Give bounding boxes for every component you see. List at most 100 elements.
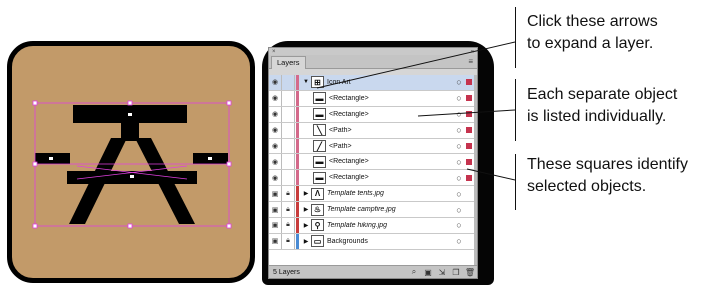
selection-square[interactable] xyxy=(466,79,472,86)
layer-thumbnail: ▭ xyxy=(311,235,324,248)
layer-name[interactable]: <Rectangle> xyxy=(329,174,452,181)
eye-icon[interactable]: ▣ xyxy=(269,233,282,249)
selection-square[interactable] xyxy=(466,127,472,134)
selection-square[interactable] xyxy=(466,111,472,118)
eye-icon[interactable]: ◉ xyxy=(269,122,282,138)
selection-square[interactable] xyxy=(466,207,472,213)
make-clipping-mask-icon[interactable]: ▣ xyxy=(421,268,435,277)
eye-icon[interactable]: ◉ xyxy=(269,154,282,170)
target-icon[interactable]: ○ xyxy=(452,189,466,199)
expand-arrow-icon[interactable]: ▶ xyxy=(301,190,311,197)
panel-menu-icon[interactable]: ≡ xyxy=(468,57,473,66)
collapse-icon[interactable]: « xyxy=(471,49,474,55)
layer-row[interactable]: ▣ 🔒︎ ▶ ♨ Template campfire.jpg ○ xyxy=(269,202,477,219)
layer-name[interactable]: <Rectangle> xyxy=(329,111,452,118)
layer-row[interactable]: ◉ ▬ <Rectangle> ○ xyxy=(269,106,477,123)
expand-arrow-icon[interactable]: ▶ xyxy=(301,206,311,213)
layer-color-bar xyxy=(296,138,299,154)
callout-listed-line-2: is listed individually. xyxy=(527,107,667,125)
target-icon[interactable]: ○ xyxy=(452,157,466,167)
delete-icon[interactable]: 🗑 xyxy=(463,268,477,277)
new-layer-icon[interactable]: ❐ xyxy=(449,268,463,277)
eye-icon[interactable]: ▣ xyxy=(269,186,282,202)
layer-color-bar xyxy=(296,106,299,122)
layer-thumbnail: ▬ xyxy=(313,155,326,168)
layer-name[interactable]: <Rectangle> xyxy=(329,158,452,165)
target-icon[interactable]: ○ xyxy=(452,93,466,103)
lock-icon[interactable] xyxy=(282,122,295,138)
layer-row[interactable]: ▣ 🔒︎ ▶ ⚲ Template hiking.jpg ○ xyxy=(269,218,477,234)
lock-icon[interactable] xyxy=(282,75,295,90)
eye-icon[interactable]: ◉ xyxy=(269,90,282,106)
panel-tab-bar: Layers ≡ xyxy=(269,55,477,69)
tab-layers[interactable]: Layers xyxy=(271,56,306,69)
callout-line-selected xyxy=(515,154,516,210)
lock-icon[interactable]: 🔒︎ xyxy=(282,218,295,233)
close-icon[interactable]: × xyxy=(272,49,276,55)
scrollbar[interactable] xyxy=(474,75,477,266)
selection-square[interactable] xyxy=(466,143,472,149)
layer-name[interactable]: Template tents.jpg xyxy=(327,190,452,197)
eye-icon[interactable]: ◉ xyxy=(269,75,282,90)
layers-panel[interactable]: × « Layers ≡ ◉ ▼ ⊞ Icon Art ○ ◉ ▬ <Rectangle> ○ ◉… xyxy=(268,47,478,279)
panel-footer: 5 Layers ⌕ ▣ ⇲ ❐ 🗑 xyxy=(269,265,477,278)
callout-selected-line-1: These squares identify xyxy=(527,156,688,173)
target-icon[interactable]: ○ xyxy=(452,141,466,151)
layer-name[interactable]: <Rectangle> xyxy=(329,95,452,102)
layer-row[interactable]: ◉ ▬ <Rectangle> ○ xyxy=(269,90,477,107)
lock-icon[interactable]: 🔒︎ xyxy=(282,186,295,202)
new-sublayer-icon[interactable]: ⇲ xyxy=(435,268,449,277)
expand-arrow-icon[interactable]: ▼ xyxy=(301,79,311,85)
target-icon[interactable]: ○ xyxy=(452,125,466,135)
layer-name[interactable]: Template hiking.jpg xyxy=(327,222,452,229)
layer-color-bar xyxy=(296,186,299,202)
target-icon[interactable]: ○ xyxy=(452,236,466,246)
picnic-table-artwork[interactable] xyxy=(7,41,255,283)
lock-icon[interactable] xyxy=(282,90,295,106)
lock-icon[interactable] xyxy=(282,106,295,122)
callout-expand-line-2: to expand a layer. xyxy=(527,34,654,52)
expand-arrow-icon[interactable]: ▶ xyxy=(301,238,311,245)
eye-icon[interactable]: ◉ xyxy=(269,170,282,186)
layer-row[interactable]: ▣ 🔒︎ ▶ ▭ Backgrounds ○ xyxy=(269,233,477,250)
layer-row[interactable]: ◉ ▼ ⊞ Icon Art ○ xyxy=(269,75,477,91)
layer-thumbnail: ╲ xyxy=(313,124,326,137)
layer-name[interactable]: Icon Art xyxy=(327,79,452,86)
layer-row[interactable]: ◉ ▬ <Rectangle> ○ xyxy=(269,154,477,171)
eye-icon[interactable]: ◉ xyxy=(269,138,282,154)
selection-square[interactable] xyxy=(466,222,472,228)
layer-name[interactable]: <Path> xyxy=(329,127,452,134)
eye-icon[interactable]: ◉ xyxy=(269,106,282,122)
target-icon[interactable]: ○ xyxy=(452,77,466,87)
layer-thumbnail: ▬ xyxy=(313,171,326,184)
target-icon[interactable]: ○ xyxy=(452,220,466,230)
search-icon[interactable]: ⌕ xyxy=(407,267,421,277)
layer-row[interactable]: ◉ ╱ <Path> ○ xyxy=(269,138,477,155)
lock-icon[interactable]: 🔒︎ xyxy=(282,233,295,249)
layer-row[interactable]: ◉ ╲ <Path> ○ xyxy=(269,122,477,139)
target-icon[interactable]: ○ xyxy=(452,173,466,183)
selection-square[interactable] xyxy=(466,191,472,197)
layer-thumbnail: ♨ xyxy=(311,203,324,216)
selection-square[interactable] xyxy=(466,238,472,244)
layer-name[interactable]: <Path> xyxy=(329,143,452,150)
layer-thumbnail: ⊞ xyxy=(311,76,324,89)
target-icon[interactable]: ○ xyxy=(452,205,466,215)
lock-icon[interactable] xyxy=(282,138,295,154)
lock-icon[interactable]: 🔒︎ xyxy=(282,202,295,218)
lock-icon[interactable] xyxy=(282,170,295,186)
target-icon[interactable]: ○ xyxy=(452,109,466,119)
callout-listed-line-1: Each separate object xyxy=(527,86,678,103)
eye-icon[interactable]: ▣ xyxy=(269,202,282,218)
layer-name[interactable]: Backgrounds xyxy=(327,238,452,245)
callout-line-listed xyxy=(515,79,516,141)
eye-icon[interactable]: ▣ xyxy=(269,218,282,233)
selection-square[interactable] xyxy=(466,95,472,102)
expand-arrow-icon[interactable]: ▶ xyxy=(301,222,311,229)
selection-square[interactable] xyxy=(466,174,472,181)
layer-row[interactable]: ▣ 🔒︎ ▶ Λ Template tents.jpg ○ xyxy=(269,186,477,203)
layer-row[interactable]: ◉ ▬ <Rectangle> ○ xyxy=(269,170,477,187)
selection-square[interactable] xyxy=(466,158,472,165)
layer-name[interactable]: Template campfire.jpg xyxy=(327,206,452,213)
lock-icon[interactable] xyxy=(282,154,295,170)
